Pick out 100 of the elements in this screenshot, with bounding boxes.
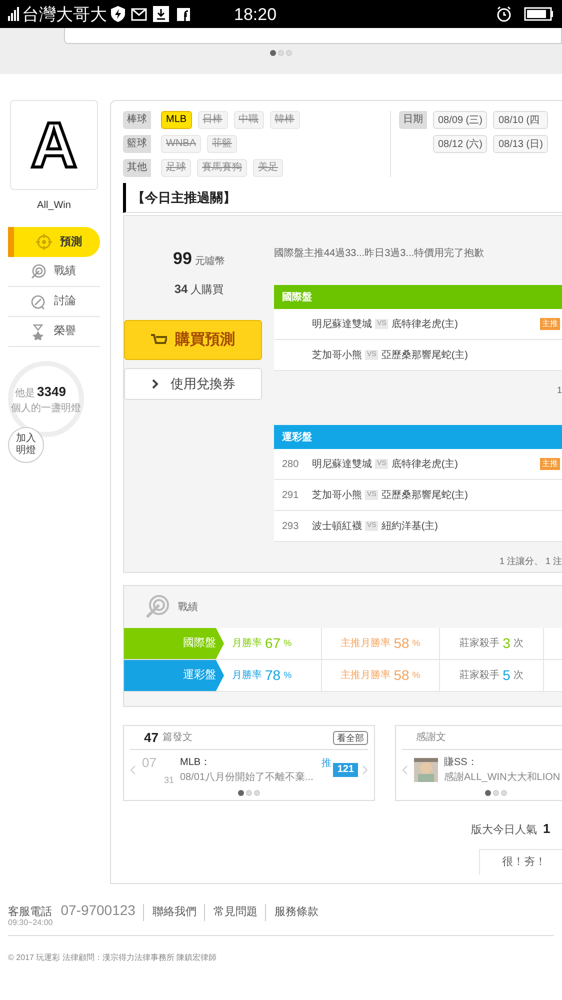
featured-badge: 主推 bbox=[540, 458, 560, 470]
team-name: 波士頓紅襪 bbox=[312, 520, 362, 534]
copyright-text: © 2017 玩運彩 法律顧問：漢宗得力法律事務所 陳鎮宏律師 bbox=[8, 952, 217, 962]
popularity-label: 版大今日人氣 bbox=[471, 823, 537, 838]
record-label: 運彩盤 bbox=[124, 660, 224, 691]
filter-label: 其他 bbox=[123, 159, 151, 177]
stat-label: 莊家殺手 bbox=[460, 668, 500, 683]
nav-item[interactable]: 預測 bbox=[8, 227, 100, 257]
team-name: 紐約洋基(主) bbox=[381, 520, 438, 534]
stat-label: 月勝率 bbox=[232, 636, 262, 651]
stat-label: 月勝率 bbox=[232, 668, 262, 683]
team-name: 亞歷桑那響尾蛇(主) bbox=[381, 348, 468, 362]
date-button[interactable]: 08/09 (三) bbox=[433, 111, 488, 129]
filter-label: 棒球 bbox=[123, 111, 151, 129]
alarm-icon bbox=[496, 6, 512, 22]
lamp-prefix: 他是 bbox=[15, 386, 35, 401]
stat-label: 莊家殺手 bbox=[460, 636, 500, 651]
thanks-title: 感謝文 bbox=[416, 730, 446, 745]
date-label: 日期 bbox=[399, 111, 427, 129]
filter-tag[interactable]: MLB bbox=[161, 111, 192, 129]
carrier-name: 台灣大哥大 bbox=[22, 6, 107, 22]
percent-sign: % bbox=[284, 636, 292, 650]
filter-label: 籃球 bbox=[123, 135, 151, 153]
phone-number: 07-9700123 bbox=[60, 900, 136, 920]
chevron-right-icon bbox=[150, 379, 158, 389]
join-button[interactable]: 加入明燈 bbox=[8, 427, 44, 463]
avatar-logo: A bbox=[30, 113, 78, 177]
prediction-note: 國際盤主推44過33...昨日3過3...特價用完了抱歉 bbox=[274, 246, 486, 261]
buy-button[interactable]: 購買預測 bbox=[124, 320, 262, 360]
post-count-label: 篇發文 bbox=[162, 730, 192, 745]
team-name: 亞歷桑那響尾蛇(主) bbox=[381, 488, 468, 502]
view-all-button[interactable]: 看全部 bbox=[333, 730, 368, 744]
nav-item[interactable]: 討論 bbox=[8, 287, 100, 317]
chevron-left-icon bbox=[402, 765, 408, 775]
stat-unit: 次 bbox=[513, 669, 524, 683]
chevron-right-icon bbox=[362, 765, 368, 775]
post-excerpt: 08/01八月份開始了不離不棄... bbox=[180, 770, 314, 785]
mail-icon bbox=[131, 8, 147, 20]
stat-label: 主推月勝率 bbox=[340, 668, 391, 683]
push-count: 121 bbox=[333, 763, 358, 777]
match-number: 291 bbox=[281, 488, 300, 502]
hot-button[interactable]: 很！夯！ bbox=[479, 848, 562, 874]
footer-link[interactable]: 服務條款 bbox=[265, 904, 318, 920]
buyer-count: 34 bbox=[174, 280, 188, 298]
stat-value: 58 bbox=[394, 634, 410, 653]
record-label: 國際盤 bbox=[124, 628, 224, 659]
app-icon bbox=[177, 8, 190, 20]
shield-icon bbox=[111, 6, 125, 22]
post-title: MLB： bbox=[180, 756, 212, 770]
date-button[interactable]: 08/10 (四 bbox=[493, 111, 548, 129]
popularity-value: 1 bbox=[543, 820, 550, 838]
table-title: 運彩盤 bbox=[282, 430, 312, 444]
medal-icon bbox=[30, 324, 46, 340]
phone-label: 客服電話 bbox=[8, 906, 53, 918]
lamp-caption: 個人的一盞明燈 bbox=[11, 402, 79, 416]
team-name: 芝加哥小熊 bbox=[312, 488, 362, 502]
featured-badge: 主推 bbox=[540, 318, 560, 330]
clock-time: 18:20 bbox=[234, 6, 277, 22]
footer-link[interactable]: 聯絡我們 bbox=[143, 904, 196, 920]
post-day: 31 bbox=[164, 774, 174, 787]
nav-item[interactable]: 榮譽 bbox=[8, 317, 100, 347]
stat-value: 58 bbox=[394, 666, 410, 685]
download-icon bbox=[153, 6, 169, 22]
battery-icon bbox=[524, 7, 554, 21]
date-button[interactable]: 08/13 (日) bbox=[493, 135, 548, 153]
cart-icon bbox=[151, 334, 167, 346]
team-name: 明尼蘇達雙城 bbox=[312, 458, 372, 472]
post-count: 47 bbox=[144, 728, 158, 747]
user-name: All_Win bbox=[36, 199, 72, 213]
signal-icon bbox=[8, 7, 20, 21]
footer-link[interactable]: 常見問題 bbox=[204, 904, 258, 920]
stat-label: 主推月勝率 bbox=[340, 636, 391, 651]
chevron-left-icon bbox=[130, 765, 136, 775]
post-month: 07 bbox=[142, 754, 156, 772]
percent-sign: % bbox=[412, 668, 420, 682]
stat-unit: 次 bbox=[513, 637, 524, 651]
record-title: 戰績 bbox=[178, 600, 198, 614]
buyer-unit: 人購買 bbox=[190, 282, 224, 298]
service-hours: 09:30~24:00 bbox=[8, 918, 53, 926]
price-unit: 元噓幣 bbox=[194, 254, 225, 269]
push-label: 推 bbox=[321, 757, 332, 771]
coupon-button[interactable]: 使用兌換券 bbox=[124, 368, 262, 400]
table-title: 國際盤 bbox=[282, 290, 312, 304]
team-name: 底特律老虎(主) bbox=[391, 318, 458, 332]
nav-item[interactable]: 戰績 bbox=[8, 257, 100, 287]
table-footer: 1 注讓分、 1 注 bbox=[499, 556, 562, 566]
percent-sign: % bbox=[412, 636, 420, 650]
price-amount: 99 bbox=[173, 248, 192, 270]
stat-value: 3 bbox=[502, 634, 510, 653]
stat-value: 5 bbox=[502, 666, 510, 685]
stat-value: 78 bbox=[265, 666, 281, 685]
section-title: 【今日主推過關】 bbox=[132, 188, 236, 207]
table-footer: 1 bbox=[556, 385, 562, 395]
thanks-author: 賺SS： bbox=[444, 756, 478, 770]
date-button[interactable]: 08/12 (六) bbox=[433, 135, 488, 153]
team-name: 芝加哥小熊 bbox=[312, 348, 362, 362]
stat-value: 67 bbox=[265, 634, 281, 653]
target-icon bbox=[30, 264, 46, 280]
match-number: 293 bbox=[281, 520, 300, 534]
target-icon bbox=[144, 594, 170, 620]
